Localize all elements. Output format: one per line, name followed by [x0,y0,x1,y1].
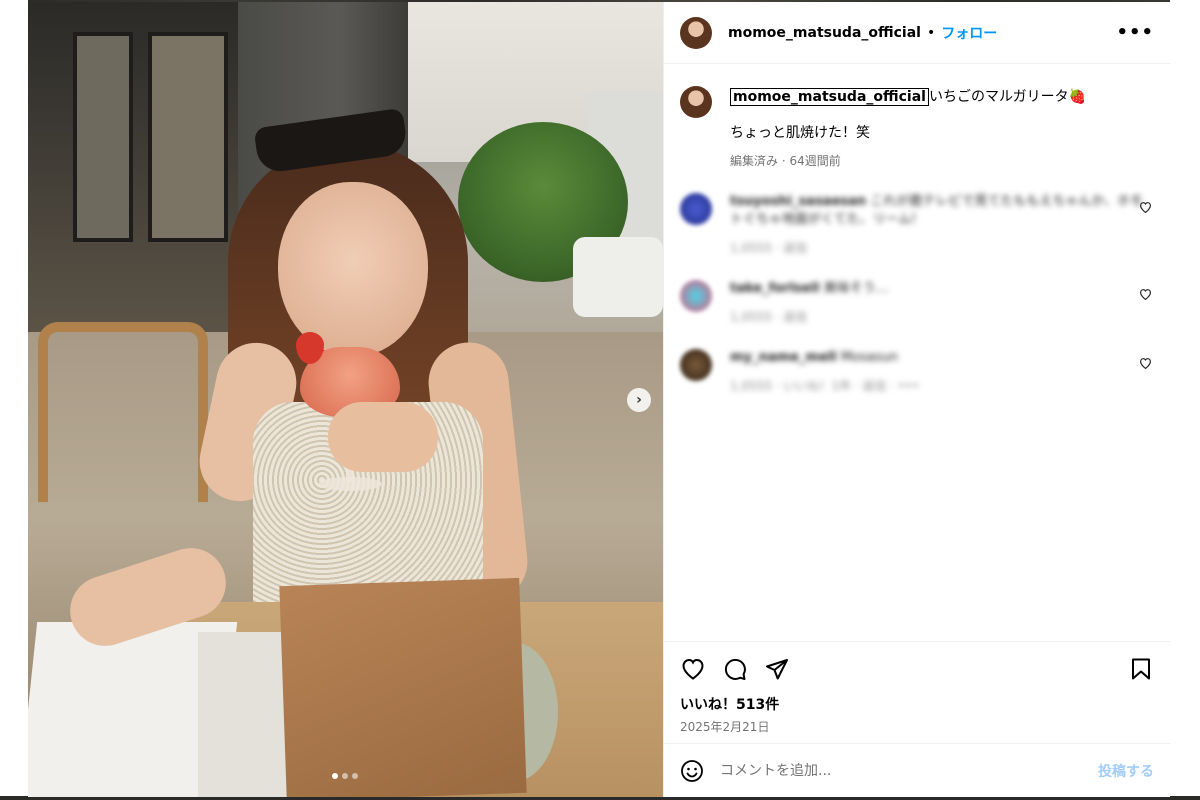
post-photo[interactable]: › [28,2,663,797]
carousel-dot-1 [332,773,338,779]
comment-meta: 1,0555 · いいね！1件 · 返信 · ••• [730,379,920,393]
comment-line: take_forlsell 美味そう… [730,280,1154,298]
photo-window-right [148,32,228,242]
comment-body: my_name_mell Mosasun 1,0555 · いいね！1件 · 返… [730,349,1154,394]
commenter-avatar[interactable] [680,349,712,381]
comment-username[interactable]: tsuyoshi_sasaesan [730,194,866,209]
commenter-avatar[interactable] [680,193,712,225]
comment-meta: 1,0555 · 返信 [730,310,808,324]
carousel-next-button[interactable]: › [627,388,651,412]
commenter-avatar[interactable] [680,280,712,312]
post-caption: momoe_matsuda_official いちごのマルガリータ🍓 ちょっと肌焼… [680,86,1154,169]
comments-section: momoe_matsuda_official いちごのマルガリータ🍓 ちょっと肌焼… [664,64,1170,641]
photo-chair [38,322,208,502]
follow-button[interactable]: フォロー [941,23,997,43]
share-paper-plane-icon[interactable] [764,656,790,682]
post-header: momoe_matsuda_official • フォロー ••• [664,2,1170,64]
post-sidebar: momoe_matsuda_official • フォロー ••• momoe_… [663,2,1170,797]
comment-item: tsuyoshi_sasaesan これが鹿テレビで見てたももえちゃんか、ホモト… [680,193,1154,256]
caption-line: momoe_matsuda_official いちごのマルガリータ🍓 [730,86,1086,106]
emoji-icon[interactable] [680,759,704,783]
comment-body: tsuyoshi_sasaesan これが鹿テレビで見てたももえちゃんか、ホモト… [730,193,1154,256]
carousel-dots [332,773,358,779]
action-icons [680,656,1154,682]
heart-outline-icon[interactable] [1139,288,1152,304]
post-comment-button[interactable]: 投稿する [1098,761,1154,781]
comment-username[interactable]: take_forlsell [730,281,820,296]
add-comment-bar: 投稿する [664,743,1170,797]
caption-avatar[interactable] [680,86,712,118]
photo-window-left [73,32,133,242]
post-modal: › momoe_matsuda_official • フォロー ••• momo… [28,2,1170,797]
comment-text: 美味そう… [823,281,889,296]
photo-hand [328,402,438,472]
comment-item: take_forlsell 美味そう… 1,0555 · 返信 [680,280,1154,325]
photo-face [278,182,428,357]
post-actions: いいね！513件 2025年2月21日 [664,641,1170,743]
more-options-icon[interactable]: ••• [1116,22,1154,43]
caption-meta: 編集済み · 64週間前 [730,154,841,168]
photo-car [573,237,663,317]
comment-bubble-icon[interactable] [722,656,748,682]
like-count[interactable]: いいね！513件 [680,694,1154,714]
heart-outline-icon[interactable] [1139,201,1152,217]
carousel-dot-3 [352,773,358,779]
caption-body: momoe_matsuda_official いちごのマルガリータ🍓 ちょっと肌焼… [730,86,1086,169]
photo-glass-base [318,477,382,491]
comment-line: my_name_mell Mosasun [730,349,1154,367]
comment-input[interactable] [720,762,1098,779]
backdrop-left-edge [0,0,28,800]
post-date: 2025年2月21日 [680,720,770,734]
comment-item: my_name_mell Mosasun 1,0555 · いいね！1件 · 返… [680,349,1154,394]
bookmark-icon[interactable] [1128,656,1154,682]
caption-second-line: ちょっと肌焼けた！笑 [730,125,870,141]
comment-meta: 1,0555 · 返信 [730,241,808,255]
author-avatar[interactable] [680,16,712,49]
heart-outline-icon[interactable] [1139,357,1152,373]
comment-username[interactable]: my_name_mell [730,350,837,365]
header-separator: • [926,24,936,41]
caption-text: いちごのマルガリータ🍓 [928,89,1086,105]
comment-line: tsuyoshi_sasaesan これが鹿テレビで見てたももえちゃんか、ホモト… [730,193,1154,229]
photo-menu-book [279,577,527,797]
backdrop-right-edge [1170,0,1200,800]
author-username[interactable]: momoe_matsuda_official [728,25,921,41]
like-heart-icon[interactable] [680,656,706,682]
carousel-dot-2 [342,773,348,779]
chevron-right-icon: › [636,392,642,408]
caption-username[interactable]: momoe_matsuda_official [730,88,929,106]
comment-text: Mosasun [840,350,898,365]
comment-body: take_forlsell 美味そう… 1,0555 · 返信 [730,280,1154,325]
